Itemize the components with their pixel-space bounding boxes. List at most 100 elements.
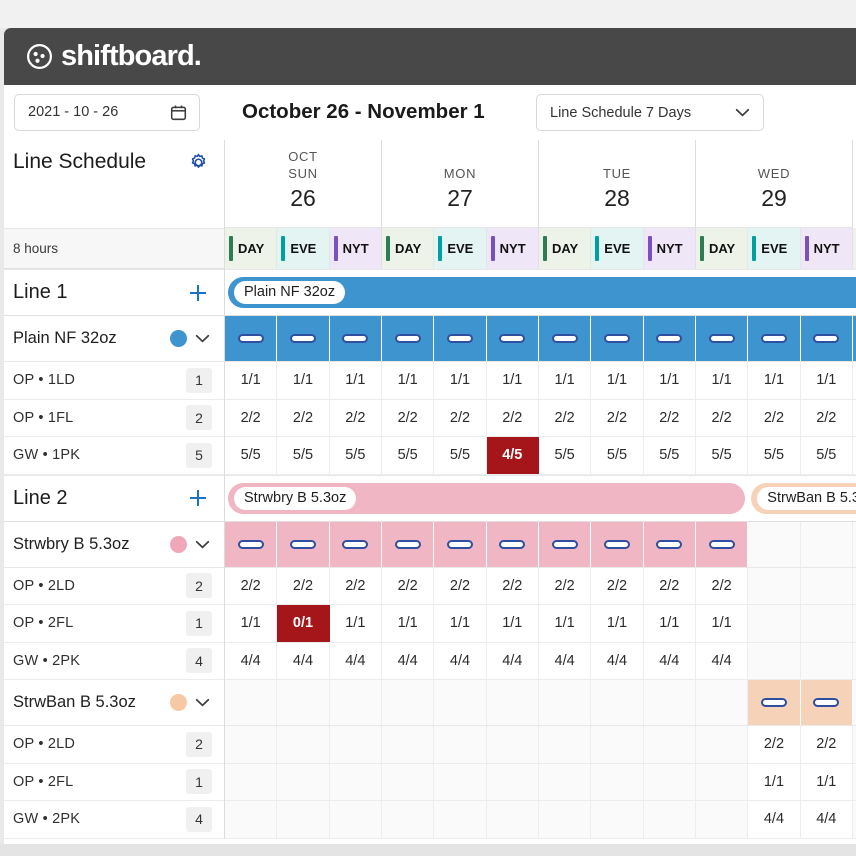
staffing-cell[interactable]: 1/1 [434,605,487,642]
view-select[interactable]: Line Schedule 7 Days [536,94,764,131]
shift-pill[interactable] [760,698,787,707]
product-name[interactable]: Plain NF 32oz [13,329,162,348]
product-color-swatch[interactable] [170,694,187,711]
role-name[interactable]: GW • 2PK [13,811,186,827]
staffing-cell[interactable]: 5/5 [643,437,696,474]
product-banner-label[interactable]: StrwBan B 5.3oz [757,486,856,510]
shift-pill[interactable] [394,334,421,343]
role-count[interactable]: 4 [186,806,212,832]
staffing-cell[interactable]: 5/5 [434,437,487,474]
shift-header-cell[interactable]: NYT [329,228,382,269]
product-shift-cell[interactable] [486,316,539,361]
role-row[interactable]: OP • 2FL 1 [4,764,224,801]
shift-pill[interactable] [394,539,421,549]
role-row[interactable]: OP • 2LD 2 [4,568,224,605]
shift-header-cell[interactable]: DAY [381,228,435,269]
line-name[interactable]: Line 1 [13,281,68,304]
shift-pill[interactable] [551,539,578,549]
staffing-cell[interactable]: 1/1 [591,605,644,642]
staffing-cell[interactable]: 1/1 [695,362,749,399]
staffing-cell[interactable]: 4/4 [225,642,278,679]
product-shift-cell[interactable] [434,316,487,361]
product-banner-label[interactable]: Plain NF 32oz [234,281,346,304]
staffing-cell[interactable]: 4/4 [643,642,696,679]
product-name[interactable]: Strwbry B 5.3oz [13,535,162,554]
line-header[interactable]: Line 2 [4,474,224,522]
staffing-cell[interactable]: 2/2 [591,567,644,604]
staffing-cell[interactable]: 2/2 [434,567,487,604]
shift-pill[interactable] [656,539,683,549]
chevron-down-icon[interactable] [195,698,210,707]
shift-pill[interactable] [603,539,630,549]
staffing-cell[interactable]: 2/2 [434,399,487,436]
product-shift-cell[interactable] [486,521,539,567]
shift-header-cell[interactable]: DAY [695,228,749,269]
shift-pill[interactable] [760,334,787,343]
staffing-cell[interactable]: 2/2 [277,567,330,604]
shift-pill[interactable] [342,539,369,549]
product-shift-cell[interactable] [643,521,696,567]
shift-pill[interactable] [499,334,526,343]
staffing-cell[interactable]: 5/5 [381,437,435,474]
calendar-icon[interactable] [170,104,187,121]
staffing-cell[interactable]: 1/1 [486,362,539,399]
role-cells-row[interactable]: 2/22/22/22/22/22/22/22/22/22/22/22/22/2 [225,399,856,437]
shift-header-cell[interactable]: EVE [591,228,644,269]
staffing-cell[interactable]: 5/5 [538,437,592,474]
product-shift-cell[interactable] [695,521,749,567]
role-count[interactable]: 1 [186,769,212,795]
role-row[interactable]: OP • 2FL 1 [4,605,224,643]
shift-header-cell[interactable]: NYT [643,228,696,269]
role-row[interactable]: GW • 2PK 4 [4,643,224,680]
staffing-cell[interactable]: 5/5 [329,437,382,474]
product-shift-cell[interactable] [381,521,435,567]
staffing-cell[interactable]: 2/2 [538,567,592,604]
role-row[interactable]: OP • 1LD 1 [4,362,224,400]
product-shift-cell[interactable] [800,680,853,725]
role-cells-row[interactable]: 4/4 4/4 [225,801,856,839]
product-row[interactable]: StrwBan B 5.3oz [4,680,224,726]
role-name[interactable]: OP • 2LD [13,736,186,752]
staffing-cell[interactable]: 1/1 [643,605,696,642]
staffing-cell[interactable]: 2/2 [643,399,696,436]
shift-pill[interactable] [237,334,264,343]
role-name[interactable]: OP • 2FL [13,615,186,631]
shift-pill[interactable] [342,334,369,343]
role-row[interactable]: GW • 1PK 5 [4,437,224,475]
product-cells-row[interactable] [225,521,856,568]
product-banner[interactable]: Plain NF 32oz [228,277,856,308]
staffing-cell[interactable]: 1/1 [538,362,592,399]
shift-pill[interactable] [708,539,735,549]
role-cells-row[interactable]: 5/55/55/55/55/54/55/55/55/55/55/55/55/5 [225,437,856,475]
staffing-cell[interactable]: 4/4 [434,642,487,679]
role-cells-row[interactable]: 1/11/11/11/11/11/11/11/11/11/11/11/11/1 [225,362,856,400]
day-header-cell[interactable]: TUE 28 [539,140,696,228]
product-shift-cell[interactable] [225,521,278,567]
staffing-cell[interactable]: 2/2 [695,567,749,604]
day-header-cell[interactable]: OCT SUN 26 [225,140,382,228]
product-shift-cell[interactable] [643,316,696,361]
line-name[interactable]: Line 2 [13,487,68,510]
product-shift-cell[interactable] [538,521,592,567]
product-shift-cell[interactable] [591,316,644,361]
staffing-cell[interactable]: 2/2 [381,399,435,436]
staffing-cell[interactable]: 2/2 [329,567,382,604]
role-name[interactable]: OP • 1LD [13,372,186,388]
staffing-cell[interactable]: 2/2 [643,567,696,604]
day-header-cell[interactable]: MON 27 [382,140,539,228]
day-header-cell[interactable]: WED 29 [696,140,853,228]
role-name[interactable]: GW • 1PK [13,447,186,463]
role-cells-row[interactable]: 2/2 2/2 [225,726,856,764]
staffing-cell[interactable]: 4/4 [277,642,330,679]
staffing-cell[interactable]: 1/1 [225,362,278,399]
role-row[interactable]: OP • 1FL 2 [4,400,224,437]
staffing-cell[interactable]: 1/1 [748,362,801,399]
shift-pill[interactable] [708,334,735,343]
product-banner-label[interactable]: Strwbry B 5.3oz [234,486,357,510]
shift-pill[interactable] [603,334,630,343]
role-row[interactable]: GW • 2PK 4 [4,801,224,839]
staffing-cell[interactable]: 1/1 [643,362,696,399]
product-shift-cell[interactable] [800,316,853,361]
product-row[interactable]: Plain NF 32oz [4,316,224,362]
shift-pill[interactable] [446,539,473,549]
